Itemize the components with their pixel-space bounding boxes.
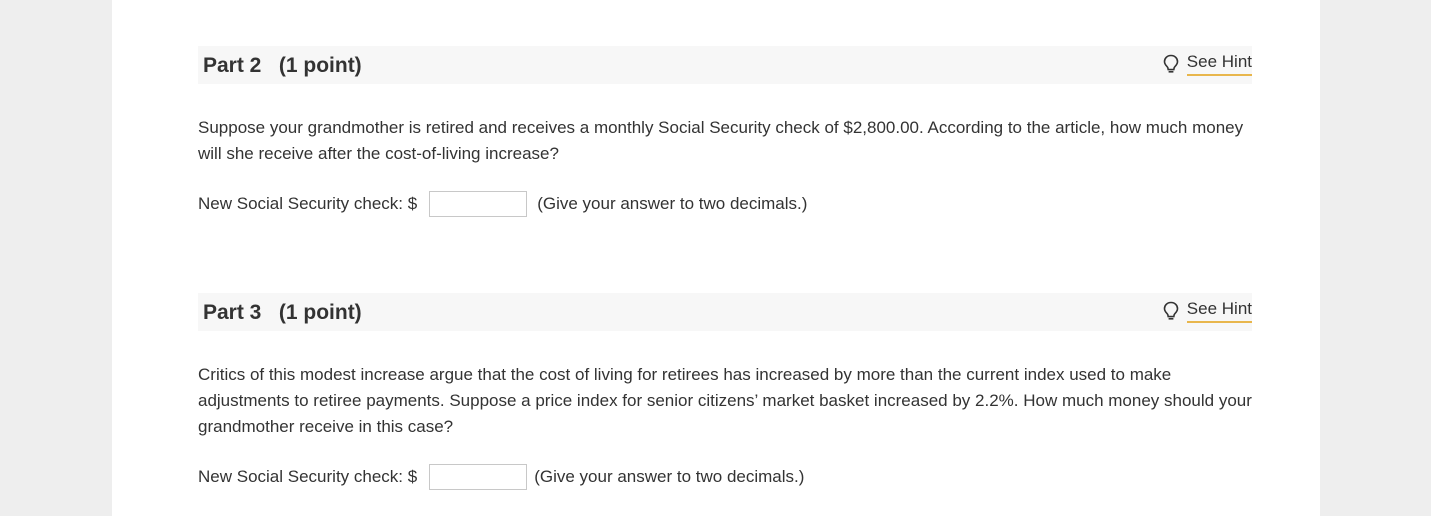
question-page: Part 2 (1 point) See Hint Suppose your g… — [112, 0, 1320, 516]
part-2-title: Part 2 (1 point) — [203, 54, 362, 77]
part-3-title: Part 3 (1 point) — [203, 301, 362, 324]
part-2-header: Part 2 (1 point) See Hint — [198, 46, 1252, 84]
part-3-header: Part 3 (1 point) See Hint — [198, 293, 1252, 331]
part-2-answer-note: (Give your answer to two decimals.) — [537, 194, 808, 213]
lightbulb-icon — [1163, 301, 1179, 320]
part-3-see-hint-button[interactable]: See Hint — [1162, 299, 1252, 323]
part-2-answer-row: New Social Security check: $ (Give your … — [198, 191, 807, 217]
part-3-answer-row: New Social Security check: $ (Give your … — [198, 464, 804, 490]
lightbulb-icon — [1163, 54, 1179, 73]
part-2-hint-label[interactable]: See Hint — [1186, 52, 1252, 76]
part-3-answer-note: (Give your answer to two decimals.) — [534, 467, 805, 486]
part-3-hint-label[interactable]: See Hint — [1186, 299, 1252, 323]
part-3-answer-label: New Social Security check: $ — [198, 467, 418, 486]
part-2-answer-label: New Social Security check: $ — [198, 194, 418, 213]
part-3-answer-input[interactable] — [429, 464, 528, 490]
part-2-see-hint-button[interactable]: See Hint — [1162, 52, 1252, 76]
part-3-question-text: Critics of this modest increase argue th… — [198, 365, 1252, 436]
part-2-answer-input[interactable] — [429, 191, 528, 217]
part-2-question-text: Suppose your grandmother is retired and … — [198, 118, 1244, 163]
